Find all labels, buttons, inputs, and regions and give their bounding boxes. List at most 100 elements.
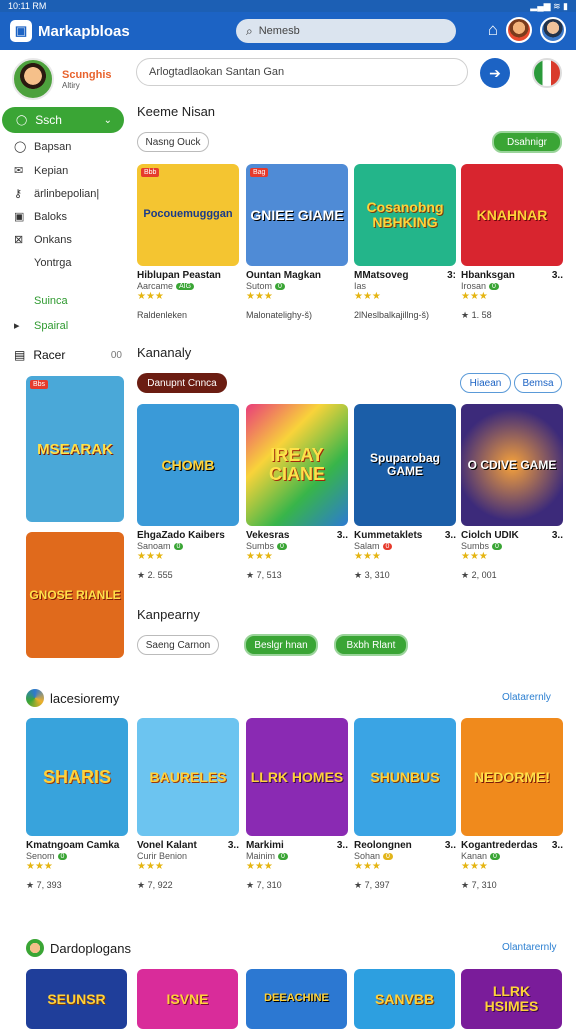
grid-icon: ▤	[14, 348, 26, 362]
search-icon: ⌕	[246, 23, 253, 38]
game-card[interactable]: CHOMB EhgaZado Kaibers Sanoam 0 ★★★ ★ 2. …	[137, 404, 239, 581]
game-card[interactable]: SHUNBUS Reolongnen 3.. Sohan 0 ★★★ ★ 7, 39…	[354, 718, 456, 891]
game-meta: ★ 1. 58	[461, 310, 492, 320]
filter-chip[interactable]: Saeng Carnon	[137, 635, 219, 655]
section-action-button[interactable]: Beslgr hnan	[244, 634, 318, 656]
sidebar-section-label: Racer	[33, 348, 66, 362]
game-title: Hbanksgan	[461, 270, 515, 281]
game-developer: Senom	[26, 851, 55, 861]
top-search-input[interactable]: ⌕ Nemesb	[236, 19, 456, 43]
sidebar-item-label: Yontrga	[34, 257, 72, 269]
filter-chip[interactable]: Nasng Ouck	[137, 132, 209, 152]
game-meta: ★ 2, 001	[461, 570, 497, 580]
game-thumbnail[interactable]: DEEACHINE	[246, 969, 347, 1029]
circle-icon: ◯	[14, 141, 27, 153]
sidebar-item-label: Ssch	[35, 113, 62, 127]
game-card[interactable]: Spuparobag GAME Kummetaklets 3.. Salam 0 ★…	[354, 404, 456, 581]
game-thumbnail: BAURELES	[137, 718, 239, 836]
star-rating-icon: ★★★	[137, 861, 164, 872]
sidebar-item-6[interactable]: Yontrga	[34, 257, 72, 269]
sidebar-section[interactable]: ▤ Racer 00	[14, 348, 122, 362]
game-thumbnail[interactable]: SANVBB	[354, 969, 455, 1029]
search-go-button[interactable]: ➔	[480, 58, 510, 88]
sidebar-item-1[interactable]: ◯ Bapsan	[14, 140, 71, 154]
brand-name: Scunghis	[62, 68, 112, 81]
game-title: Vekesras	[246, 530, 290, 541]
game-developer: Irosan	[461, 281, 487, 291]
game-card[interactable]: BAURELES Vonel Kalant 3.. Curir Benion ★★…	[137, 718, 239, 891]
image-icon: ▣	[14, 211, 25, 223]
game-title: MMatsoveg	[354, 270, 409, 281]
featured-tile[interactable]: GNOSE RIANLE	[26, 532, 124, 658]
game-title: Markimi	[246, 840, 284, 851]
game-meta: ★ 7, 310	[461, 880, 497, 890]
game-meta: ★ 2. 555	[137, 570, 173, 580]
game-card[interactable]: KNAHNAR Hbanksgan 3.. Irosan 0 ★★★ ★ 1. 58	[461, 164, 563, 321]
section-icon	[26, 689, 44, 707]
filter-chip[interactable]: Bemsa	[514, 373, 562, 393]
game-card[interactable]: Bbb Pocouemugggan Hiblupan Peastan Aarcam…	[137, 164, 239, 320]
section-action-button[interactable]: Bxbh Rlant	[334, 634, 408, 656]
main-search-placeholder: Arlogtadlaokan Santan Gan	[149, 66, 285, 78]
avatar[interactable]	[506, 17, 532, 43]
game-thumbnail: O CDIVE GAME	[461, 404, 563, 526]
game-card[interactable]: SHARIS Kmatngoam Camka Senom 0 ★★★ ★ 7, 3…	[26, 718, 128, 891]
rating-pill: AIG	[176, 282, 195, 290]
see-more-link[interactable]: Olatarernly	[502, 692, 551, 703]
language-flag-icon[interactable]	[532, 58, 562, 88]
section-icon	[26, 939, 44, 957]
game-card[interactable]: LLRK HOMES Markimi 3.. Mainim 0 ★★★ ★ 7, 3…	[246, 718, 348, 891]
main-search-input[interactable]: Arlogtadlaokan Santan Gan	[136, 58, 468, 86]
section-header: Dardoplogans	[26, 939, 131, 957]
game-developer: Ias	[354, 281, 367, 291]
filter-chip[interactable]: Hiaean	[460, 373, 511, 393]
game-developer: Sohan	[354, 851, 381, 861]
game-thumbnail[interactable]: SEUNSR	[26, 969, 127, 1029]
sidebar-item-3[interactable]: ⚷ ärlinbepolian|	[14, 187, 100, 201]
game-card[interactable]: Cosanobng NBHKING MMatsoveg 3: Ias ★★★ 2l…	[354, 164, 456, 320]
sidebar-item-active[interactable]: ◯ Ssch ⌄	[2, 107, 124, 133]
see-more-link[interactable]: Olantarernly	[502, 942, 556, 953]
arrow-right-icon: ➔	[489, 64, 501, 81]
star-rating-icon: ★★★	[461, 291, 488, 302]
home-icon[interactable]: ⌂	[488, 20, 498, 40]
featured-tile[interactable]: Bbs MSEARAK	[26, 376, 124, 522]
game-thumbnail[interactable]: ISVNE	[137, 969, 238, 1029]
game-card[interactable]: O CDIVE GAME Ciolch UDIK 3.. Sumbs 0 ★★★ ★…	[461, 404, 563, 581]
star-rating-icon: ★★★	[354, 861, 381, 872]
section-action-button[interactable]: Dsahnigr	[492, 131, 562, 153]
sidebar-item-4[interactable]: ▣ Baloks	[14, 210, 67, 224]
sidebar-item-7[interactable]: Suinca	[34, 295, 68, 307]
status-icons: ▂▄▆ ≋ ▮	[530, 1, 568, 11]
sidebar-section-count: 00	[110, 349, 122, 361]
sidebar-item-8[interactable]: ▸ Spairal	[14, 319, 68, 333]
section-header: lacesioremy	[26, 689, 119, 707]
app-logo-icon[interactable]: ▣	[10, 20, 32, 42]
game-developer: Sumbs	[246, 541, 275, 551]
featured-title: MSEARAK	[37, 440, 113, 458]
game-thumbnail: Cosanobng NBHKING	[354, 164, 456, 266]
game-card[interactable]: Bag GNIEE GIAME Ountan Magkan Sutom 0 ★★★ …	[246, 164, 348, 320]
sidebar-item-5[interactable]: ⊠ Onkans	[14, 233, 72, 247]
star-rating-icon: ★★★	[246, 291, 273, 302]
section-title: Kananaly	[137, 345, 192, 360]
game-thumbnail[interactable]: LLRK HSIMES	[461, 969, 562, 1029]
profile-avatar[interactable]	[540, 17, 566, 43]
app-title: Markapbloas	[38, 22, 130, 40]
game-meta: ★ 3, 310	[354, 570, 390, 580]
game-meta: ★ 7, 393	[26, 880, 62, 890]
filter-chip[interactable]: Danupnt Cnnca	[137, 373, 227, 393]
game-thumbnail: SHARIS	[26, 718, 128, 836]
top-bar: ▣ Markapbloas ⌕ Nemesb ⌂	[0, 12, 576, 50]
game-developer: Sumbs	[461, 541, 490, 551]
section-title: lacesioremy	[50, 690, 120, 706]
key-icon: ⚷	[14, 188, 23, 200]
game-card[interactable]: NEDORME! Kogantrederdas 3.. Kanan 0 ★★★ ★ …	[461, 718, 563, 891]
sidebar-item-label: ärlinbepolian|	[34, 187, 100, 200]
brand[interactable]: Scunghis Altiry	[12, 58, 112, 100]
sidebar-item-2[interactable]: ✉ Kepian	[14, 164, 68, 178]
game-card[interactable]: IREAY CIANE Vekesras 3.. Sumbs 0 ★★★ ★ 7, …	[246, 404, 348, 581]
star-rating-icon: ★★★	[137, 551, 164, 562]
game-title: Ountan Magkan	[246, 270, 322, 281]
star-rating-icon: ★★★	[26, 861, 53, 872]
